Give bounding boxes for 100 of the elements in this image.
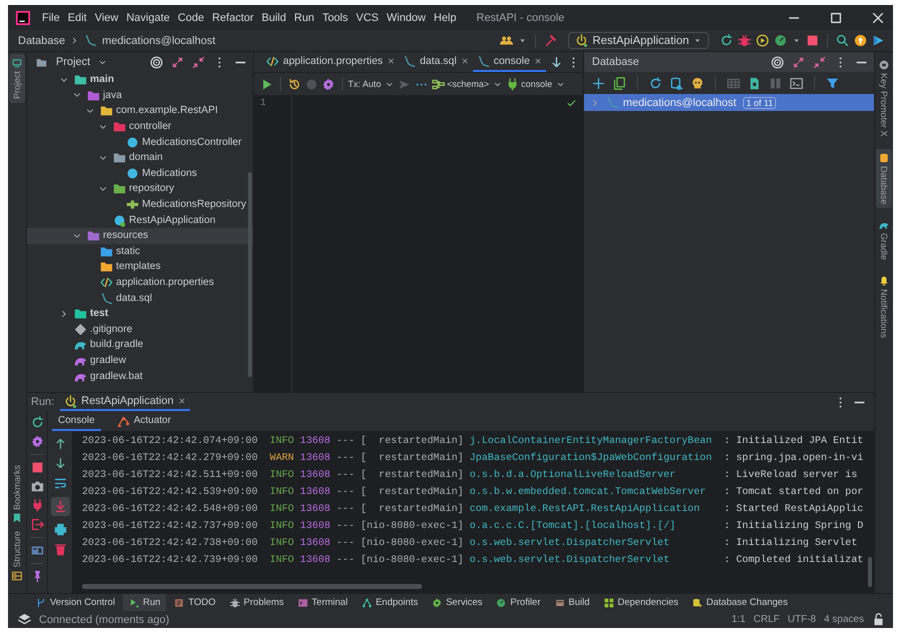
log-thread: --- [ restartedMain] [336,453,465,464]
console-tab[interactable]: Actuator [110,411,177,431]
tree-item[interactable]: gradlew [27,352,253,368]
log-logger: o.s.b.w.embedded.tomcat.TomcatWebServer [470,487,707,498]
tool-window-tab[interactable]: Terminal [292,594,354,611]
tool-window-tab[interactable]: Notifications [876,272,892,342]
log-logger: o.a.c.c.C.[Tomcat].[localhost].[/] [470,521,677,532]
tool-window-tab[interactable]: Structure [9,527,25,585]
log-timestamp: 2023-06-16T22:42:42.539+09:00 [82,487,259,498]
menu-item[interactable]: Tools [322,12,348,24]
log-thread: --- [nio-8080-exec-1] [336,521,465,532]
session-dropdown[interactable]: console [521,79,552,89]
log-logger: com.example.RestAPI.RestApiApplication [470,504,701,515]
status-item[interactable]: 4 spaces [824,614,864,625]
tool-window-tab[interactable]: Build [548,594,596,611]
tree-item[interactable]: RestApiApplication [27,212,253,228]
log-level: INFO [270,470,295,481]
log-level: INFO [270,555,295,566]
log-message: : Started RestApiApplic [724,504,864,515]
tool-window-tab[interactable]: Gradle [876,216,892,264]
tree-item[interactable]: build.gradle [27,337,253,353]
count-badge: 1 of 11 [743,96,776,108]
log-timestamp: 2023-06-16T22:42:42.279+09:00 [82,453,259,464]
tool-window-tab[interactable]: Database [876,148,892,208]
log-pid: 13608 [300,521,332,532]
tool-window-tab[interactable]: TODO [168,594,222,611]
menu-item[interactable]: Run [294,12,314,24]
tree-item[interactable]: Medications [27,166,253,182]
tree-item[interactable]: domain [27,150,253,166]
tool-window-tab[interactable]: Services [426,594,488,611]
log-logger: o.s.web.servlet.DispatcherServlet [470,555,671,566]
log-level: WARN [270,453,295,464]
window-title: RestAPI - console [476,12,564,24]
menu-item[interactable]: Refactor [212,12,254,24]
log-thread: --- [nio-8080-exec-1] [336,538,465,549]
log-level: INFO [270,436,295,447]
tree-item[interactable]: java [27,88,253,104]
tree-item[interactable]: application.properties [27,274,253,290]
tool-window-tab[interactable]: Problems [224,594,290,611]
log-pid: 13608 [300,504,332,515]
breadcrumb-item[interactable]: Database [18,34,66,46]
breadcrumb-item[interactable]: medications@localhost [102,34,216,46]
line-number: 1 [260,98,268,109]
log-message: : LiveReload server is [724,470,858,481]
log-timestamp: 2023-06-16T22:42:42.511+09:00 [82,470,259,481]
log-timestamp: 2023-06-16T22:42:42.739+09:00 [82,555,259,566]
tree-item[interactable]: MedicationsRepository [27,196,253,212]
tree-item[interactable]: MedicationsController [27,134,253,150]
tree-item[interactable]: test [27,306,253,322]
menu-item[interactable]: Help [434,12,456,24]
log-message: : spring.jpa.open-in-vi [724,453,864,464]
status-item[interactable]: 1:1 [732,614,746,625]
tree-item[interactable]: templates [27,259,253,275]
log-message: : Tomcat started on por [724,487,864,498]
tool-window-tab[interactable]: Project [9,54,25,104]
tree-item[interactable]: controller [27,118,253,134]
menu-item[interactable]: Build [262,12,286,24]
run-configuration-dropdown[interactable]: RestApiApplication [568,32,709,49]
tree-item[interactable]: medications@localhost 1 of 11 [584,94,874,111]
log-level: INFO [270,487,295,498]
panel-title[interactable]: Project [56,56,90,68]
log-pid: 13608 [300,487,332,498]
tree-item[interactable]: static [27,244,253,260]
log-level: INFO [270,521,295,532]
tool-window-tab[interactable]: Key Promoter X [876,56,892,141]
tool-window-tab[interactable]: Dependencies [598,594,684,611]
editor-tab[interactable]: application.properties [262,52,399,72]
transaction-mode-dropdown[interactable]: Tx: Auto [348,79,382,89]
log-pid: 13608 [300,436,332,447]
log-thread: --- [ restartedMain] [336,470,465,481]
menu-item[interactable]: VCS [356,12,379,24]
tree-item[interactable]: resources [27,228,253,244]
tool-window-tab[interactable]: Endpoints [356,594,424,611]
log-message: : Initialized JPA Entit [724,436,864,447]
status-item[interactable]: CRLF [754,614,780,625]
tool-window-tab[interactable]: Profiler [490,594,546,611]
schema-dropdown[interactable]: <schema> [447,79,490,89]
tool-window-tab[interactable]: Run [122,594,166,611]
menu-item[interactable]: Edit [68,12,87,24]
tree-item[interactable]: repository [27,181,253,197]
menu-item[interactable]: Navigate [126,12,170,24]
menu-item[interactable]: View [94,12,118,24]
status-item[interactable]: UTF-8 [788,614,816,625]
log-pid: 13608 [300,538,332,549]
tree-item[interactable]: com.example.RestAPI [27,103,253,119]
tree-item[interactable]: data.sql [27,290,253,306]
log-pid: 13608 [300,555,332,566]
menu-item[interactable]: Code [178,12,204,24]
tree-item[interactable]: .gitignore [27,322,253,338]
tool-window-tab[interactable]: Version Control [30,594,121,611]
tool-window-tab[interactable]: Bookmarks [9,461,25,528]
tool-window-tab[interactable]: Database Changes [686,594,794,611]
log-logger: o.s.b.d.a.OptionalLiveReloadServer [470,470,677,481]
log-timestamp: 2023-06-16T22:42:42.738+09:00 [82,538,259,549]
menu-item[interactable]: File [42,12,60,24]
tree-item[interactable]: main [27,72,253,88]
log-thread: --- [ restartedMain] [336,487,465,498]
editor-tab[interactable]: data.sql [398,52,473,72]
menu-item[interactable]: Window [386,12,426,24]
tree-item[interactable]: gradlew.bat [27,368,253,384]
